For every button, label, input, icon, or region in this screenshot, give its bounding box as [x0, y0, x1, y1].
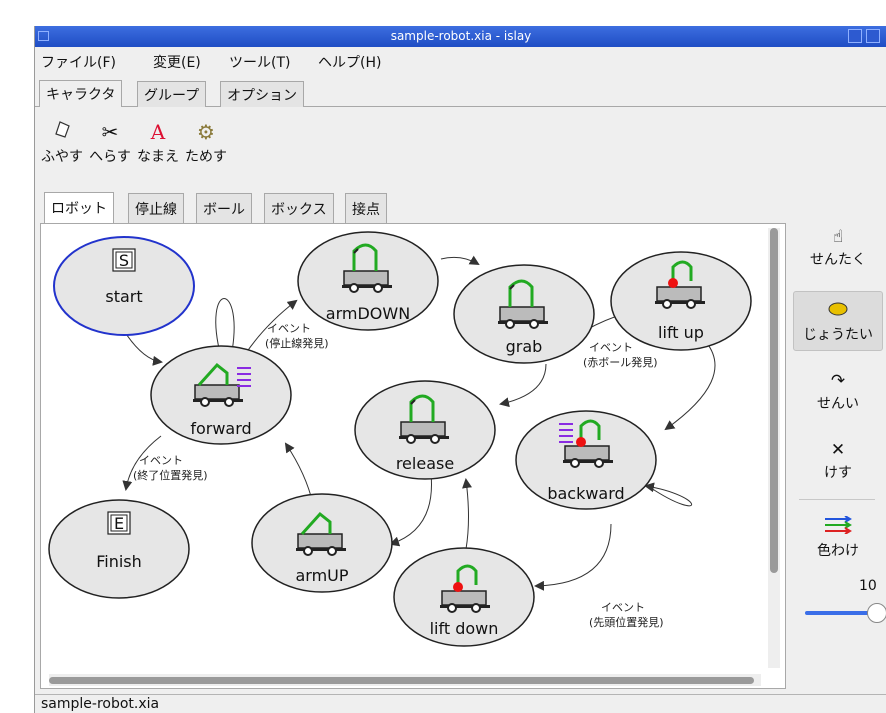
- window-title: sample-robot.xia - islay: [390, 29, 532, 43]
- state-label: じょうたい: [803, 327, 873, 343]
- state-node-lift-down[interactable]: lift down: [393, 547, 535, 647]
- state-diagram-canvas[interactable]: イベント (停止線発見) イベント (赤ボール発見) イベント (終了位置発見)…: [40, 223, 786, 689]
- color-slider-thumb[interactable]: [867, 603, 886, 623]
- status-bar: sample-robot.xia: [35, 694, 886, 713]
- separator: [799, 499, 875, 500]
- menu-tools[interactable]: ツール(T): [229, 52, 290, 72]
- edit-mode-panel: ☝ せんたく じょうたい ↷ せんい ✕ けす 色わけ 10: [787, 191, 886, 689]
- node-label: armUP: [295, 566, 348, 585]
- event-label: (赤ボール発見): [583, 355, 658, 369]
- state-node-finish[interactable]: E Finish: [48, 499, 190, 599]
- remove-label: へらす: [89, 149, 131, 165]
- curved-arrow-icon: ↷: [830, 371, 846, 391]
- menu-edit[interactable]: 変更(E): [153, 52, 201, 72]
- state-node-lift-up[interactable]: lift up: [610, 251, 752, 351]
- event-label: イベント: [601, 601, 645, 614]
- scroll-thumb[interactable]: [770, 228, 778, 573]
- node-label: release: [396, 454, 454, 473]
- node-label: forward: [190, 419, 251, 438]
- node-label: armDOWN: [326, 304, 410, 323]
- gears-icon: ⚙: [197, 120, 215, 144]
- new-shape-icon: [39, 118, 85, 146]
- ellipse-icon: [794, 300, 882, 324]
- state-node-release[interactable]: release: [354, 380, 496, 480]
- minimize-button[interactable]: [848, 29, 862, 43]
- state-node-forward[interactable]: forward: [150, 345, 292, 445]
- status-text: sample-robot.xia: [41, 696, 160, 712]
- menu-bar: ファイル(F) 変更(E) ツール(T) ヘルプ(H): [35, 47, 886, 73]
- cross-icon: ✕: [830, 440, 846, 460]
- tab-options[interactable]: オプション: [220, 81, 304, 107]
- horizontal-scrollbar[interactable]: [49, 674, 761, 686]
- rename-button[interactable]: A なまえ: [135, 118, 181, 166]
- node-label: Finish: [96, 552, 142, 571]
- finish-badge: E: [114, 514, 124, 533]
- tab-character[interactable]: キャラクタ: [39, 80, 123, 107]
- node-label: start: [105, 287, 142, 306]
- rename-label: なまえ: [137, 149, 179, 165]
- add-label: ふやす: [41, 149, 83, 165]
- tab-contact[interactable]: 接点: [345, 193, 387, 223]
- node-label: lift up: [658, 323, 704, 342]
- delete-label: けす: [824, 465, 852, 481]
- color-label: 色わけ: [817, 543, 859, 559]
- maximize-button[interactable]: [866, 29, 880, 43]
- transition-mode-button[interactable]: ↷ せんい: [793, 369, 883, 419]
- tab-robot[interactable]: ロボット: [44, 192, 114, 224]
- transition-label: せんい: [817, 396, 859, 412]
- select-mode-button[interactable]: ☝ せんたく: [793, 225, 883, 277]
- hand-pointer-icon: ☝: [832, 227, 844, 247]
- app-window: sample-robot.xia - islay ファイル(F) 変更(E) ツ…: [34, 26, 886, 713]
- state-mode-button[interactable]: じょうたい: [793, 291, 883, 351]
- main-tabs: キャラクタ グループ オプション: [35, 75, 886, 107]
- vertical-scrollbar[interactable]: [768, 228, 780, 668]
- node-label: backward: [547, 484, 624, 503]
- node-label: grab: [506, 337, 543, 356]
- tab-stop-line[interactable]: 停止線: [128, 193, 184, 223]
- event-label: (終了位置発見): [133, 468, 208, 482]
- rename-letter-icon: A: [150, 120, 166, 144]
- select-label: せんたく: [810, 252, 866, 268]
- state-node-grab[interactable]: grab: [453, 264, 595, 364]
- color-mode-button[interactable]: 色わけ: [793, 515, 883, 568]
- tab-box[interactable]: ボックス: [264, 193, 334, 223]
- scroll-thumb[interactable]: [49, 677, 754, 684]
- remove-button[interactable]: ✂ へらす: [87, 118, 133, 166]
- colored-arrows-icon: [793, 515, 883, 540]
- object-tabs: ロボット 停止線 ボール ボックス 接点: [35, 191, 787, 224]
- state-node-backward[interactable]: backward: [515, 410, 657, 510]
- menu-file[interactable]: ファイル(F): [41, 52, 116, 72]
- event-label: イベント: [267, 322, 311, 335]
- tab-group[interactable]: グループ: [137, 81, 207, 107]
- test-button[interactable]: ⚙ ためす: [183, 118, 229, 166]
- state-node-start[interactable]: S start: [53, 236, 195, 336]
- start-badge: S: [119, 251, 129, 270]
- title-bar[interactable]: sample-robot.xia - islay: [35, 26, 886, 47]
- add-button[interactable]: ふやす: [39, 118, 85, 166]
- event-label: イベント: [139, 454, 183, 467]
- node-label: lift down: [430, 619, 499, 638]
- slider-value: 10: [859, 578, 877, 594]
- state-node-armdown[interactable]: armDOWN: [297, 231, 439, 331]
- menu-help[interactable]: ヘルプ(H): [318, 52, 381, 72]
- event-label: イベント: [589, 341, 633, 354]
- state-node-armup[interactable]: armUP: [251, 493, 393, 593]
- tab-ball[interactable]: ボール: [196, 193, 252, 223]
- state-diagram: イベント (停止線発見) イベント (赤ボール発見) イベント (終了位置発見)…: [48, 231, 752, 647]
- toolbar: ふやす ✂ へらす A なまえ ⚙ ためす: [35, 108, 886, 186]
- delete-mode-button[interactable]: ✕ けす: [793, 438, 883, 488]
- event-label: (先頭位置発見): [589, 615, 664, 629]
- test-label: ためす: [185, 149, 227, 165]
- event-label: (停止線発見): [265, 336, 329, 350]
- scissors-icon: ✂: [101, 120, 119, 144]
